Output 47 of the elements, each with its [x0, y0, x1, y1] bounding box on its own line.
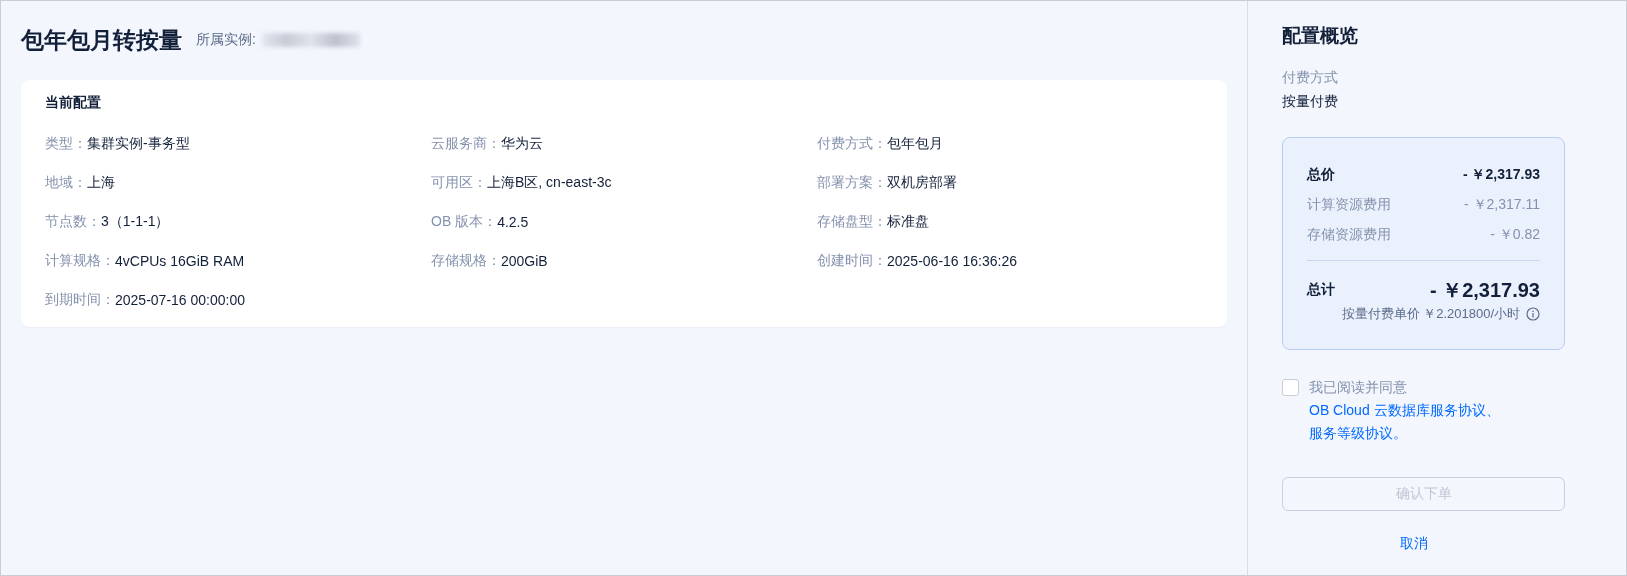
agreement-text: 我已阅读并同意 OB Cloud 云数据库服务协议、 服务等级协议。: [1309, 378, 1501, 443]
billing-value: 按量付费: [1282, 93, 1339, 111]
field-value: 双机房部署: [887, 173, 957, 192]
field-value: 200GiB: [501, 252, 548, 269]
field-label: 创建时间：: [817, 251, 887, 270]
field-value: 标准盘: [887, 212, 929, 231]
total-label: 总价: [1307, 166, 1335, 184]
grand-total-label: 总计: [1307, 281, 1335, 299]
billing-label: 付费方式: [1282, 69, 1339, 87]
agreement-link[interactable]: OB Cloud 云数据库服务协议: [1309, 402, 1486, 418]
field-label: OB 版本：: [431, 212, 498, 231]
cancel-link[interactable]: 取消: [1400, 535, 1428, 553]
total-value: - ￥2,317.93: [1462, 166, 1540, 184]
instance-label: 所属实例:: [196, 31, 256, 49]
unit-price: 按量付费单价 ￥2.201800/小时: [1341, 305, 1520, 323]
field-label: 计算规格：: [45, 251, 115, 270]
info-icon[interactable]: [1526, 307, 1540, 321]
field-label: 节点数：: [45, 212, 101, 231]
fee-label: 存储资源费用: [1307, 226, 1391, 244]
field-value: 包年包月: [887, 134, 943, 153]
field-value: 集群实例-事务型: [87, 134, 190, 153]
agreement-link[interactable]: 服务等级协议: [1309, 425, 1393, 441]
summary-title: 配置概览: [1282, 24, 1359, 48]
field-label: 到期时间：: [45, 290, 115, 309]
grand-total-value: - ￥2,317.93: [1429, 277, 1540, 303]
fee-value: - ￥0.82: [1490, 226, 1540, 244]
field-label: 部署方案：: [817, 173, 887, 192]
field-label: 地域：: [45, 173, 87, 192]
page-title: 包年包月转按量: [21, 25, 182, 55]
fee-label: 计算资源费用: [1307, 196, 1391, 214]
field-label: 可用区：: [431, 173, 487, 192]
field-value: 4vCPUs 16GiB RAM: [115, 252, 245, 269]
field-label: 云服务商：: [431, 134, 501, 153]
field-label: 存储规格：: [431, 251, 501, 270]
agreement-checkbox[interactable]: [1282, 379, 1299, 396]
field-label: 类型：: [45, 134, 87, 153]
field-value: 4.2.5: [497, 213, 529, 230]
field-value: 上海B区, cn-east-3c: [487, 173, 612, 192]
field-label: 存储盘型：: [817, 212, 887, 231]
field-value: 2025-07-16 00:00:00: [115, 291, 245, 308]
field-value: 华为云: [501, 134, 543, 153]
field-value: 3（1-1-1）: [101, 212, 170, 231]
card-title: 当前配置: [45, 94, 102, 112]
field-value: 上海: [87, 173, 115, 192]
fee-value: - ￥2,317.11: [1464, 196, 1540, 214]
field-label: 付费方式：: [817, 134, 887, 153]
field-value: 2025-06-16 16:36:26: [887, 252, 1017, 269]
